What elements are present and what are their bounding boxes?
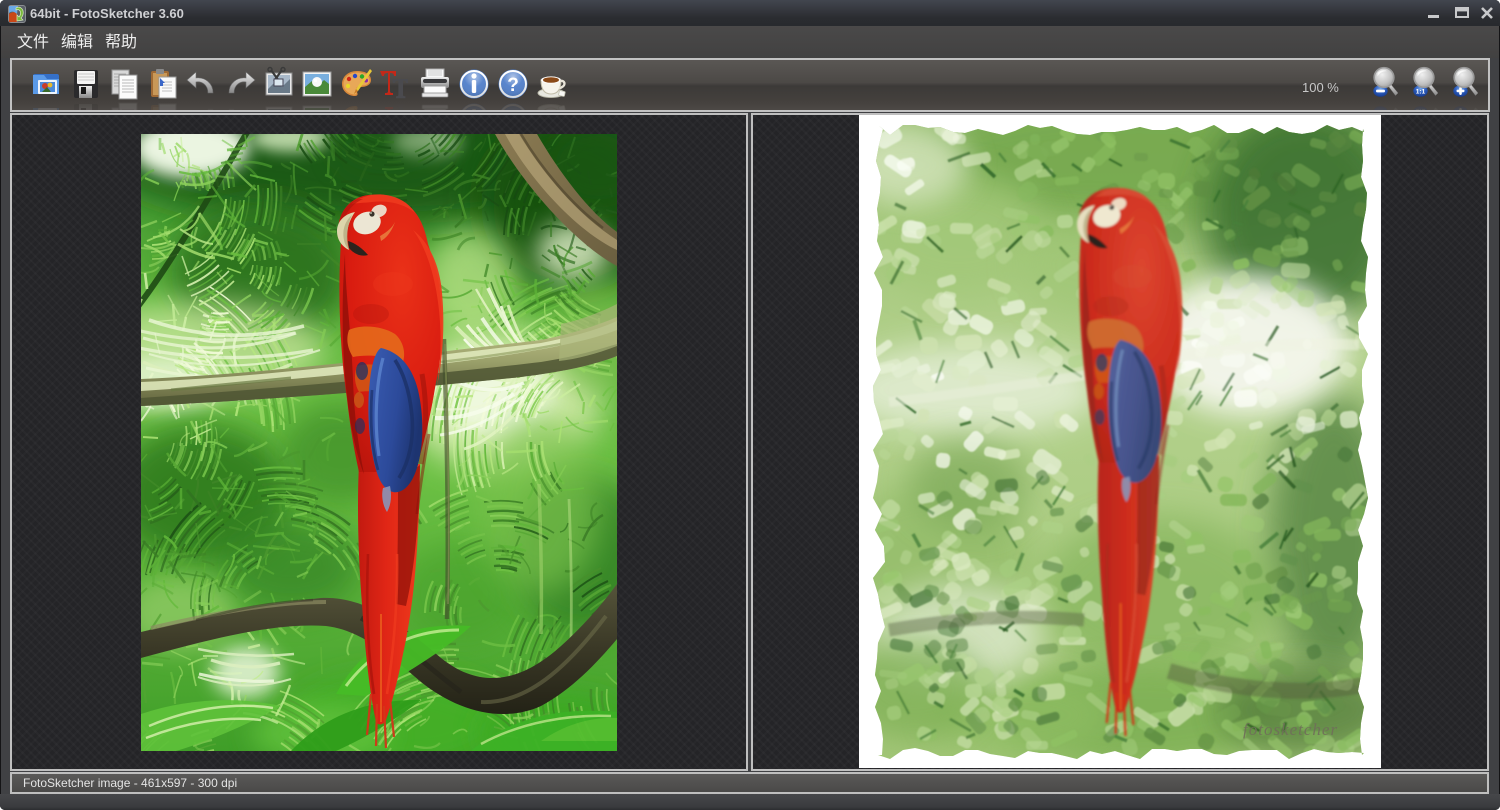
svg-text:fotosketcher: fotosketcher: [1243, 720, 1338, 739]
svg-text:?: ?: [507, 106, 519, 110]
svg-text:1:1: 1:1: [1416, 89, 1426, 96]
svg-text:1:1: 1:1: [1416, 107, 1426, 110]
svg-text:?: ?: [507, 75, 519, 96]
